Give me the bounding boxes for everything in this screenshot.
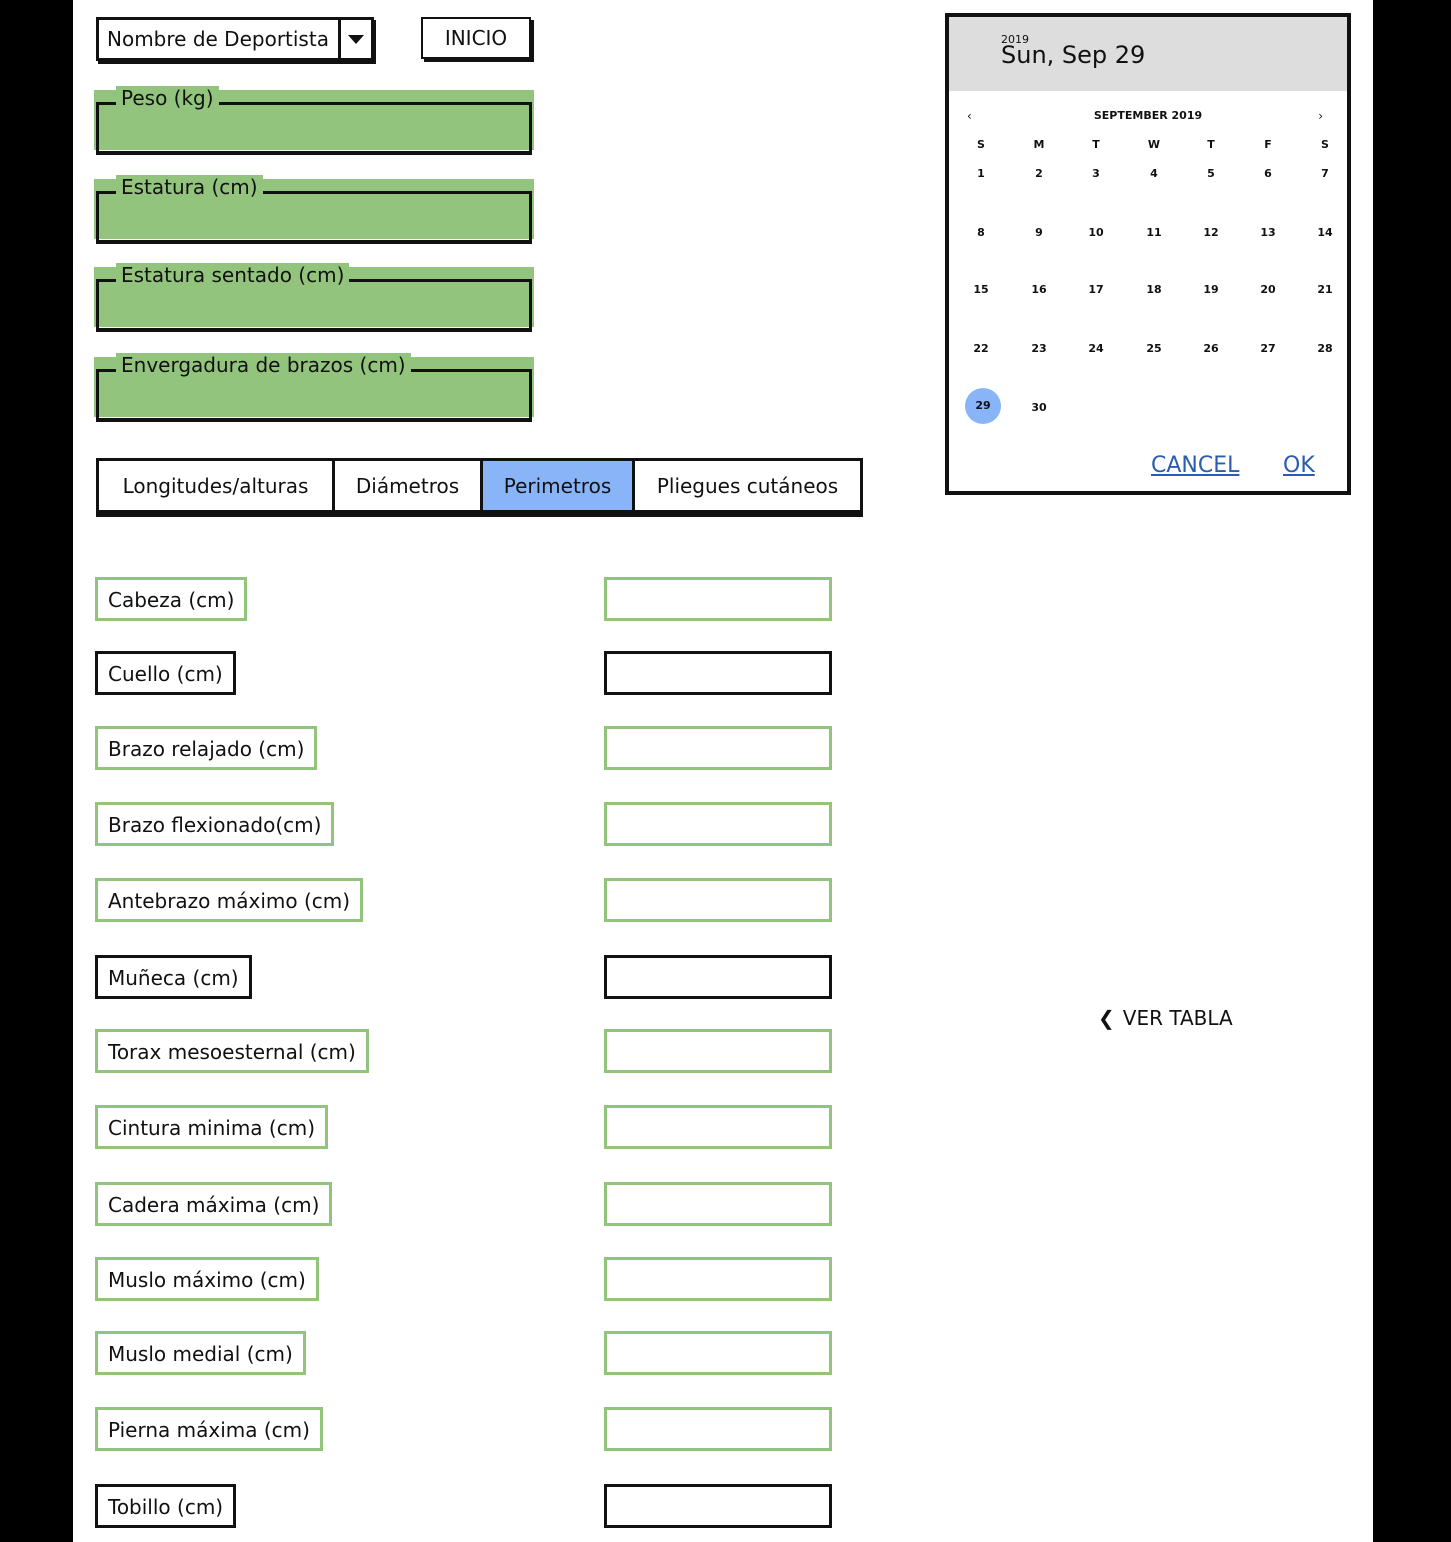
measure-label: Antebrazo máximo (cm) [95, 878, 364, 922]
measure-label: Tobillo (cm) [95, 1484, 237, 1528]
measure-input[interactable] [604, 1105, 832, 1149]
tab-longitudes[interactable]: Longitudes/alturas [99, 461, 335, 510]
app-canvas: Nombre de Deportista INICIO Peso (kg) Es… [73, 0, 1373, 1542]
measurement-tabs: Longitudes/alturas Diámetros Perimetros … [96, 458, 863, 513]
day-cell[interactable]: 17 [1076, 283, 1116, 296]
start-button[interactable]: INICIO [421, 17, 531, 59]
measure-label: Brazo flexionado(cm) [95, 802, 335, 846]
athlete-select-value: Nombre de Deportista [107, 27, 329, 51]
weekday-label: T [1092, 138, 1100, 151]
measure-label: Brazo relajado (cm) [95, 726, 318, 770]
weekday-label: T [1207, 138, 1215, 151]
athlete-select[interactable]: Nombre de Deportista [96, 17, 374, 61]
day-cell[interactable]: 25 [1134, 342, 1174, 355]
day-cell[interactable]: 20 [1248, 283, 1288, 296]
measure-input[interactable] [604, 955, 832, 999]
day-cell[interactable]: 30 [1019, 401, 1059, 414]
date-picker: 2019 Sun, Sep 29 ‹ SEPTEMBER 2019 › S M … [945, 13, 1351, 495]
weekday-label: S [977, 138, 985, 151]
measure-input[interactable] [604, 726, 832, 770]
day-cell[interactable]: 23 [1019, 342, 1059, 355]
day-cell[interactable]: 4 [1134, 167, 1174, 180]
day-cell[interactable]: 3 [1076, 167, 1116, 180]
day-cell[interactable]: 18 [1134, 283, 1174, 296]
measure-input[interactable] [604, 1331, 832, 1375]
measure-input[interactable] [604, 1257, 832, 1301]
day-cell[interactable]: 26 [1191, 342, 1231, 355]
day-cell[interactable]: 21 [1305, 283, 1345, 296]
day-cell[interactable]: 10 [1076, 226, 1116, 239]
day-cell[interactable]: 11 [1134, 226, 1174, 239]
field-weight[interactable]: Peso (kg) [94, 86, 534, 155]
measure-input[interactable] [604, 651, 832, 695]
ok-button[interactable]: OK [1283, 453, 1315, 478]
field-label: Estatura (cm) [116, 175, 263, 199]
weekday-label: S [1321, 138, 1329, 151]
day-cell[interactable]: 24 [1076, 342, 1116, 355]
measure-input[interactable] [604, 1029, 832, 1073]
tab-perimetros[interactable]: Perimetros [483, 461, 635, 510]
measure-input[interactable] [604, 1484, 832, 1528]
day-cell[interactable]: 6 [1248, 167, 1288, 180]
measure-label: Muslo medial (cm) [95, 1331, 306, 1375]
field-label: Peso (kg) [116, 86, 219, 110]
measure-label: Cuello (cm) [95, 651, 236, 695]
field-label: Estatura sentado (cm) [116, 263, 350, 287]
day-cell[interactable]: 13 [1248, 226, 1288, 239]
day-cell[interactable]: 19 [1191, 283, 1231, 296]
day-cell-selected[interactable]: 29 [965, 388, 1001, 424]
day-cell[interactable]: 28 [1305, 342, 1345, 355]
ver-tabla-label: VER TABLA [1122, 1006, 1233, 1030]
measure-label: Pierna máxima (cm) [95, 1407, 323, 1451]
day-cell[interactable]: 9 [1019, 226, 1059, 239]
next-month-icon[interactable]: › [1318, 109, 1323, 123]
field-label: Envergadura de brazos (cm) [116, 353, 411, 377]
cancel-button[interactable]: CANCEL [1151, 453, 1239, 478]
measure-label: Muñeca (cm) [95, 955, 252, 999]
weekday-label: F [1264, 138, 1272, 151]
measure-input[interactable] [604, 577, 832, 621]
day-cell[interactable]: 12 [1191, 226, 1231, 239]
measure-input[interactable] [604, 1407, 832, 1451]
measure-label: Muslo máximo (cm) [95, 1257, 319, 1301]
month-label: SEPTEMBER 2019 [1093, 109, 1203, 122]
measure-label: Cadera máxima (cm) [95, 1182, 333, 1226]
measure-label: Cabeza (cm) [95, 577, 248, 621]
chevron-down-icon[interactable] [338, 20, 371, 58]
day-cell[interactable]: 15 [961, 283, 1001, 296]
date-picker-header: 2019 Sun, Sep 29 [949, 17, 1347, 91]
day-cell[interactable]: 5 [1191, 167, 1231, 180]
chevron-left-icon: ❮ [1098, 1006, 1115, 1030]
measure-input[interactable] [604, 878, 832, 922]
measure-input[interactable] [604, 802, 832, 846]
ver-tabla-link[interactable]: ❮ VER TABLA [1098, 1006, 1233, 1030]
weekday-label: W [1147, 138, 1161, 151]
field-height[interactable]: Estatura (cm) [94, 175, 534, 244]
tab-diametros[interactable]: Diámetros [335, 461, 483, 510]
measure-label: Cintura minima (cm) [95, 1105, 329, 1149]
day-cell[interactable]: 16 [1019, 283, 1059, 296]
day-cell[interactable]: 7 [1305, 167, 1345, 180]
measure-input[interactable] [604, 1182, 832, 1226]
day-cell[interactable]: 22 [961, 342, 1001, 355]
day-cell[interactable]: 1 [961, 167, 1001, 180]
day-cell[interactable]: 27 [1248, 342, 1288, 355]
day-cell[interactable]: 2 [1019, 167, 1059, 180]
field-arm-span[interactable]: Envergadura de brazos (cm) [94, 353, 534, 422]
weekday-label: M [1033, 138, 1045, 151]
date-picker-selected: Sun, Sep 29 [1001, 41, 1146, 69]
measure-label: Torax mesoesternal (cm) [95, 1029, 369, 1073]
field-sitting-height[interactable]: Estatura sentado (cm) [94, 263, 534, 332]
day-cell[interactable]: 8 [961, 226, 1001, 239]
tab-pliegues[interactable]: Pliegues cutáneos [635, 461, 860, 510]
day-cell[interactable]: 14 [1305, 226, 1345, 239]
